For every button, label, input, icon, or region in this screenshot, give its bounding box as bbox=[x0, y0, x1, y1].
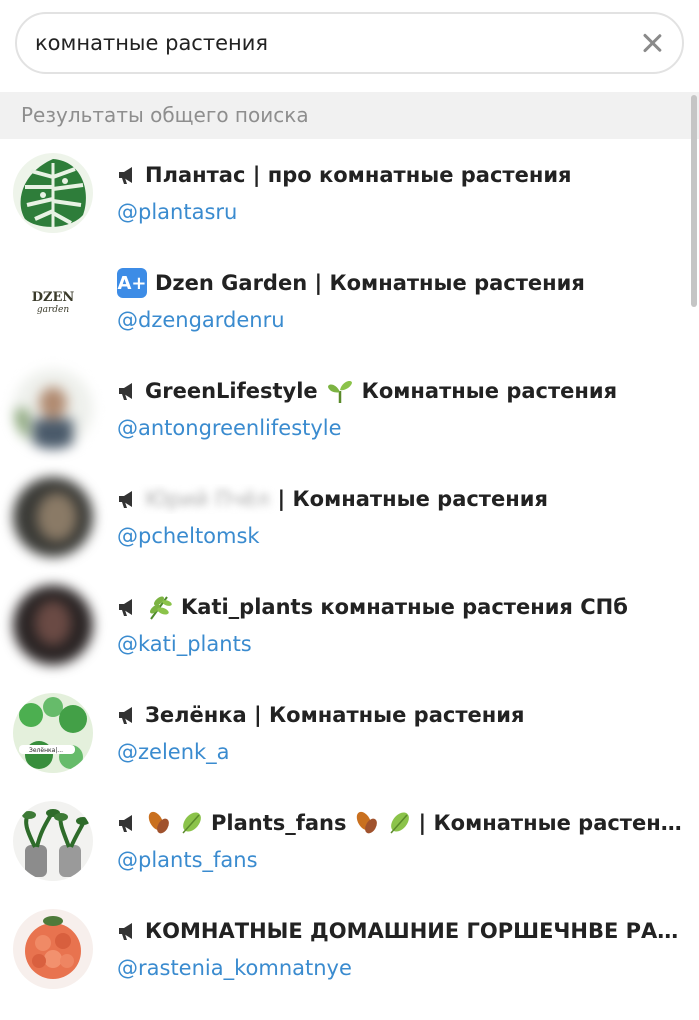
result-handle[interactable]: @dzengardenru bbox=[117, 308, 285, 332]
megaphone-icon bbox=[119, 707, 132, 724]
avatar bbox=[13, 477, 93, 557]
avatar bbox=[13, 909, 93, 989]
svg-text:Зелёнка|...: Зелёнка|... bbox=[29, 747, 63, 754]
leaf-icon bbox=[389, 812, 409, 834]
clear-search-icon[interactable] bbox=[638, 29, 666, 57]
result-item[interactable]: Kati_plants комнатные растения СПб @kati… bbox=[0, 571, 690, 679]
result-item[interactable]: GreenLifestyle Комнатные растения @anton… bbox=[0, 355, 690, 463]
search-input[interactable] bbox=[35, 14, 625, 72]
result-title: GreenLifestyle Комнатные растения bbox=[117, 376, 682, 406]
result-title: Kati_plants комнатные растения СПб bbox=[117, 592, 682, 622]
svg-text:garden: garden bbox=[37, 305, 70, 315]
result-title: Plants_fans | Комнатные растения bbox=[117, 808, 682, 838]
result-title: A+ Dzen Garden | Комнатные растения bbox=[117, 268, 682, 298]
avatar bbox=[13, 369, 93, 449]
result-handle[interactable]: @kati_plants bbox=[117, 632, 252, 656]
section-header: Результаты общего поиска bbox=[0, 92, 699, 139]
scrollbar[interactable] bbox=[691, 95, 697, 307]
avatar: Зелёнка|... bbox=[13, 693, 93, 773]
megaphone-icon bbox=[119, 167, 132, 184]
fallen-leaf-icon bbox=[356, 811, 377, 834]
hidden-name: Юрий Пчёл bbox=[145, 487, 270, 511]
search-results-list: Плантас | про комнатные растения @planta… bbox=[0, 139, 690, 1003]
result-handle[interactable]: @rastenia_komnatnye bbox=[117, 956, 352, 980]
result-handle[interactable]: @antongreenlifestyle bbox=[117, 416, 342, 440]
leaf-icon bbox=[182, 812, 201, 834]
result-item[interactable]: DZEN garden A+ Dzen Garden | Комнатные р… bbox=[0, 247, 690, 355]
result-item[interactable]: Зелёнка|... Зелёнка | Комнатные растения… bbox=[0, 679, 690, 787]
result-title: КОМНАТНЫЕ ДОМАШНИЕ ГОРШЕЧНВЕ РАСТЕНИЯ bbox=[117, 916, 682, 946]
result-handle[interactable]: @pcheltomsk bbox=[117, 524, 260, 548]
result-title: Зелёнка | Комнатные растения bbox=[117, 700, 682, 730]
avatar bbox=[13, 801, 93, 881]
result-handle[interactable]: @plantasru bbox=[117, 200, 237, 224]
result-title: Плантас | про комнатные растения bbox=[117, 160, 682, 190]
result-handle[interactable]: @plants_fans bbox=[117, 848, 258, 872]
result-handle[interactable]: @zelenk_a bbox=[117, 740, 230, 764]
megaphone-icon bbox=[119, 815, 132, 832]
fallen-leaf-icon bbox=[148, 811, 169, 834]
result-item[interactable]: Плантас | про комнатные растения @planta… bbox=[0, 139, 690, 247]
herb-icon bbox=[150, 596, 172, 620]
a-plus-badge-icon: A+ bbox=[117, 268, 147, 298]
seedling-icon bbox=[327, 381, 352, 403]
megaphone-icon bbox=[119, 491, 132, 508]
search-bar bbox=[15, 12, 684, 74]
result-item[interactable]: Юрий Пчёл | Комнатные растения @pcheltom… bbox=[0, 463, 690, 571]
result-item[interactable]: Plants_fans | Комнатные растения @plants… bbox=[0, 787, 690, 895]
avatar bbox=[13, 153, 93, 233]
megaphone-icon bbox=[119, 599, 132, 616]
result-item[interactable]: КОМНАТНЫЕ ДОМАШНИЕ ГОРШЕЧНВЕ РАСТЕНИЯ @r… bbox=[0, 895, 690, 1003]
megaphone-icon bbox=[119, 923, 132, 940]
svg-text:DZEN: DZEN bbox=[32, 290, 75, 305]
avatar bbox=[13, 585, 93, 665]
result-title: Юрий Пчёл | Комнатные растения bbox=[117, 484, 682, 514]
avatar: DZEN garden bbox=[13, 261, 93, 341]
megaphone-icon bbox=[119, 383, 132, 400]
